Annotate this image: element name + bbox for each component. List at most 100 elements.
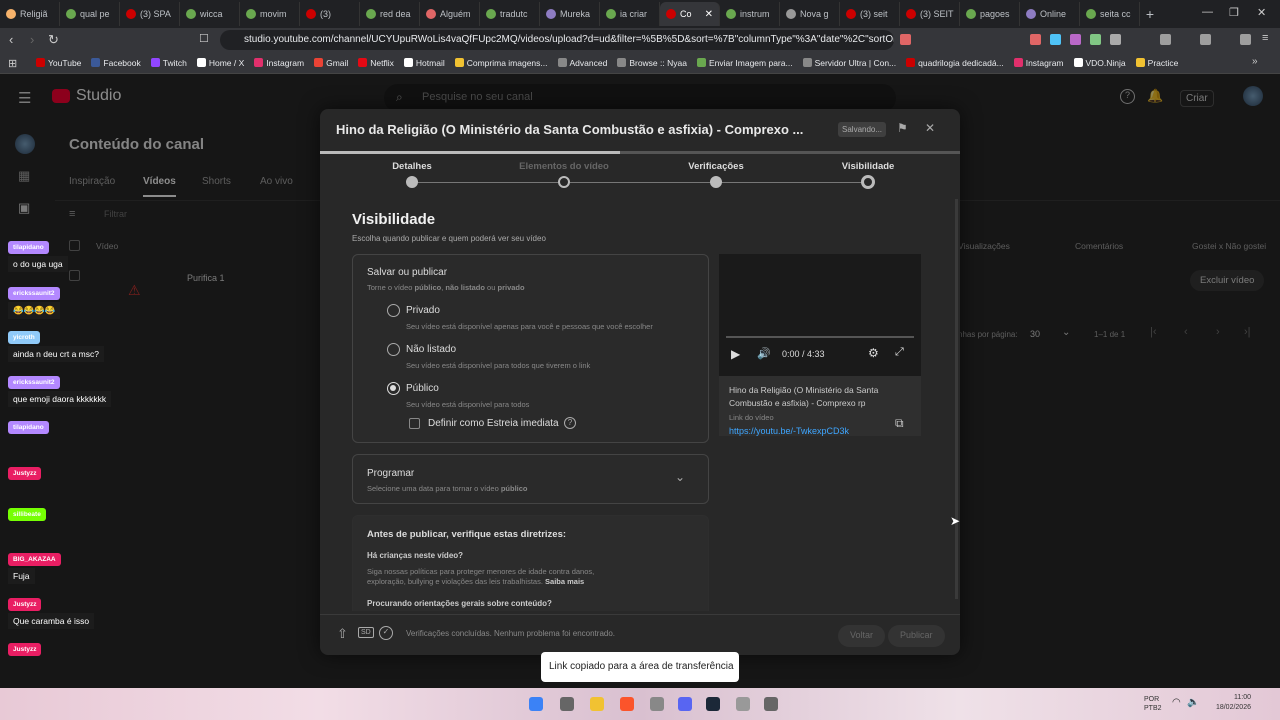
app-icon[interactable] [650,697,664,711]
apps-grid-icon[interactable]: ⊞ [8,57,17,70]
browser-tab[interactable]: Nova g [780,2,840,26]
reload-icon[interactable]: ↻ [48,32,59,48]
volume-icon[interactable]: 🔊 [757,347,771,360]
unlisted-label[interactable]: Não listado [406,344,456,355]
browser-tab[interactable]: (3) SEIT [900,2,960,26]
browser-tab[interactable]: Alguém [420,2,480,26]
brave-shield-icon[interactable] [900,34,911,45]
extension-icon[interactable] [1070,34,1081,45]
puzzle-icon[interactable] [1110,34,1121,45]
bookmark-item[interactable]: Advanced [557,58,607,68]
browser-tab[interactable]: wicca [180,2,240,26]
fullscreen-icon[interactable]: ⤢ [895,346,904,359]
maximize-icon[interactable]: ❐ [1229,6,1239,19]
bookmark-item[interactable]: Practice [1135,58,1178,68]
premiere-label[interactable]: Definir como Estreia imediata [428,418,559,429]
clock[interactable]: 11:00 18/02/2026 [1205,693,1251,713]
volume-icon[interactable]: 🔈 [1187,697,1199,708]
publish-button[interactable]: Publicar [888,625,945,647]
video-progress[interactable] [726,336,914,338]
schedule-card[interactable]: Programar Selecione uma data para tornar… [352,454,709,504]
bookmark-item[interactable]: Instagram [254,58,304,68]
bookmark-icon[interactable]: ☐ [199,32,209,45]
browser-tab[interactable]: qual pe [60,2,120,26]
step-checks[interactable]: Verificações [661,161,771,172]
app-icon[interactable] [764,697,778,711]
bookmark-item[interactable]: Home / X [196,58,244,68]
steam-icon[interactable] [706,697,720,711]
step-details[interactable]: Detalhes [357,161,467,172]
extension-icon[interactable] [1050,34,1061,45]
step-elements[interactable]: Elementos do vídeo [509,161,619,172]
bookmark-item[interactable]: Enviar Imagem para... [696,58,793,68]
file-explorer-icon[interactable] [590,697,604,711]
browser-tab[interactable]: (3) seit [840,2,900,26]
bookmark-item[interactable]: Twitch [150,58,187,68]
play-icon[interactable]: ▶ [731,347,740,361]
bookmark-item[interactable]: Facebook [91,58,141,68]
wallet-icon[interactable] [1240,34,1251,45]
language-indicator[interactable]: POR PTB2 [1144,695,1162,713]
bookmark-item[interactable]: Browse :: Nyaa [617,58,687,68]
browser-tab[interactable]: (3) [300,2,360,26]
browser-tab[interactable]: tradutc [480,2,540,26]
sidebar-icon[interactable] [1200,34,1211,45]
back-button[interactable]: Voltar [838,625,886,647]
back-icon[interactable]: ‹ [9,32,13,47]
browser-tab[interactable]: red dea [360,2,420,26]
browser-tab[interactable]: pagoes [960,2,1020,26]
browser-tab[interactable]: instrum [720,2,780,26]
learn-more-link[interactable]: Saiba mais [545,577,584,586]
address-bar[interactable]: studio.youtube.com/channel/UCYUpuRWoLis4… [220,30,894,50]
bookmark-item[interactable]: Hotmail [403,58,445,68]
browser-tab[interactable]: movim [240,2,300,26]
bookmark-item[interactable]: Comprima imagens... [454,58,548,68]
search-icon[interactable] [560,697,574,711]
browser-tab[interactable]: (3) SPA [120,2,180,26]
browser-tab[interactable]: Mureka [540,2,600,26]
copy-icon[interactable]: ⧉ [895,416,904,431]
wifi-icon[interactable]: ◠ [1172,697,1181,708]
radio-private[interactable] [387,304,400,317]
chevron-down-icon[interactable]: ⌄ [675,470,685,484]
video-preview[interactable]: ▶ 🔊 0:00 / 4:33 ⚙ ⤢ [719,254,921,376]
scrollbar[interactable] [955,199,958,599]
extension-icon[interactable] [1030,34,1041,45]
minimize-icon[interactable]: — [1202,6,1213,18]
step-visibility[interactable]: Visibilidade [813,161,923,172]
bookmark-item[interactable]: Instagram [1013,58,1064,68]
discord-icon[interactable] [678,697,692,711]
new-tab-button[interactable]: + [1140,6,1160,22]
bookmark-item[interactable]: Gmail [314,58,348,68]
close-icon[interactable]: ✕ [925,121,935,135]
browser-tab[interactable]: seita cc [1080,2,1140,26]
bookmark-item[interactable]: Servidor Ultra | Con... [802,58,896,68]
close-window-icon[interactable]: ✕ [1257,6,1266,19]
browser-tab[interactable]: Religiã [0,2,60,26]
help-icon[interactable]: ? [564,417,576,429]
feedback-icon[interactable]: ⚑ [897,121,908,135]
menu-icon[interactable]: ≡ [1262,32,1268,44]
bookmark-item[interactable]: quadrilogia dedicadá... [906,58,1004,68]
forward-icon[interactable]: › [30,32,34,47]
radio-public[interactable] [387,382,400,395]
video-link[interactable]: https://youtu.be/-TwkexpCD3k [729,426,849,436]
settings-icon[interactable] [736,697,750,711]
bookmark-item[interactable]: VDO.Ninja [1073,58,1126,68]
close-tab-icon[interactable]: ✕ [705,9,713,20]
bookmark-item[interactable]: YouTube [36,58,81,68]
extension-icon[interactable] [1090,34,1101,45]
browser-tab[interactable]: ia criar [600,2,660,26]
private-label[interactable]: Privado [406,305,440,316]
start-icon[interactable] [529,697,543,711]
browser-tab[interactable]: Online [1020,2,1080,26]
more-bookmarks-icon[interactable]: » [1252,56,1258,67]
premiere-checkbox[interactable] [409,418,420,429]
download-icon[interactable] [1160,34,1171,45]
public-label[interactable]: Público [406,383,439,394]
browser-tab[interactable]: Co ✕ [660,2,720,26]
radio-unlisted[interactable] [387,343,400,356]
settings-icon[interactable]: ⚙ [868,346,879,360]
bookmark-item[interactable]: Netflix [358,58,394,68]
brave-icon[interactable] [620,697,634,711]
